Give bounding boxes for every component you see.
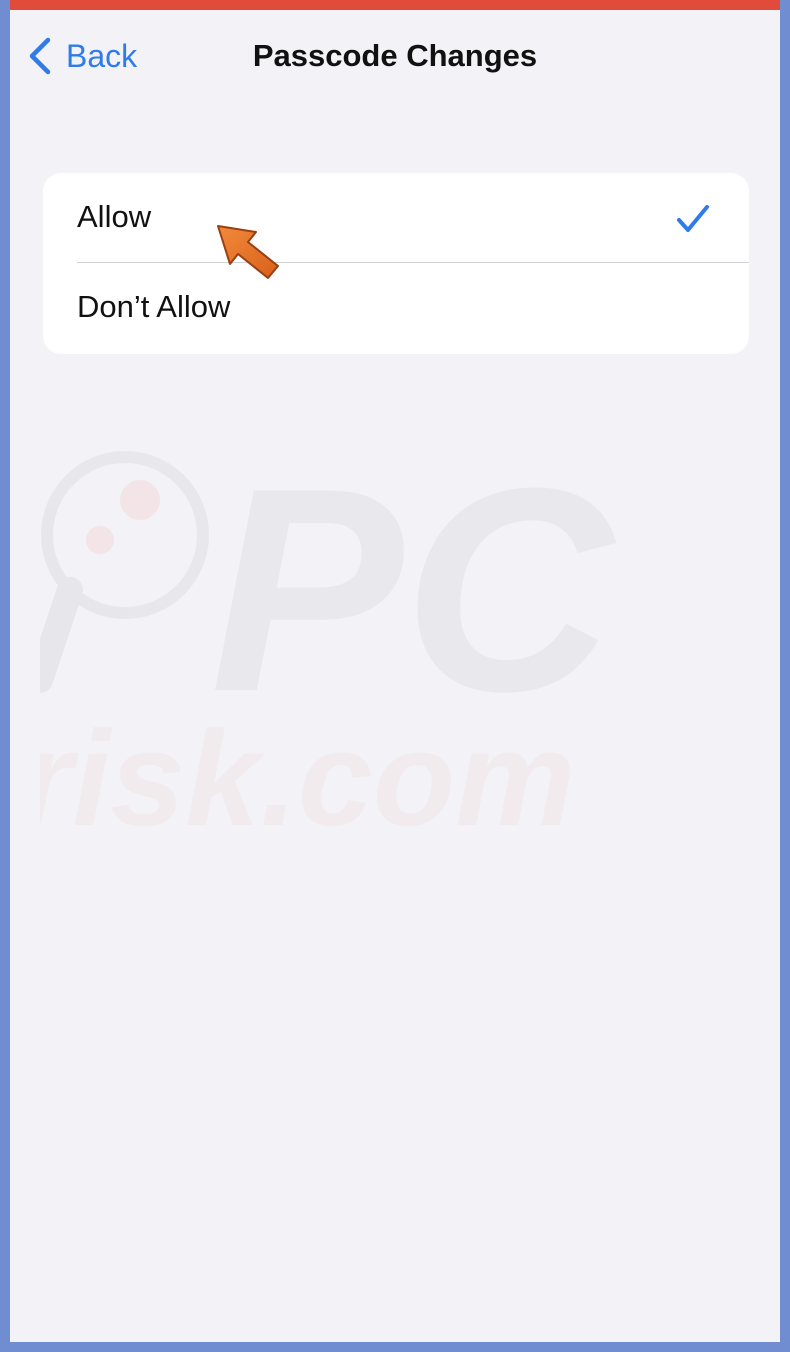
option-allow[interactable]: Allow bbox=[43, 173, 749, 263]
phone-screen: PC risk.com Back Passcode Changes Allow … bbox=[10, 0, 780, 1342]
option-label: Allow bbox=[77, 199, 152, 234]
watermark-pc: PC bbox=[210, 440, 616, 752]
page-title: Passcode Changes bbox=[252, 38, 538, 73]
checkmark-icon bbox=[677, 205, 709, 232]
option-label: Don’t Allow bbox=[77, 289, 231, 324]
options-list: Allow Don’t Allow bbox=[43, 173, 749, 354]
status-bar-strip bbox=[10, 0, 780, 10]
option-dont-allow[interactable]: Don’t Allow bbox=[43, 263, 749, 353]
arrow-pointer-icon bbox=[217, 225, 279, 279]
watermark: PC risk.com bbox=[40, 440, 616, 854]
navigation-bar: Back Passcode Changes bbox=[10, 10, 780, 100]
watermark-domain: risk.com bbox=[40, 703, 575, 854]
